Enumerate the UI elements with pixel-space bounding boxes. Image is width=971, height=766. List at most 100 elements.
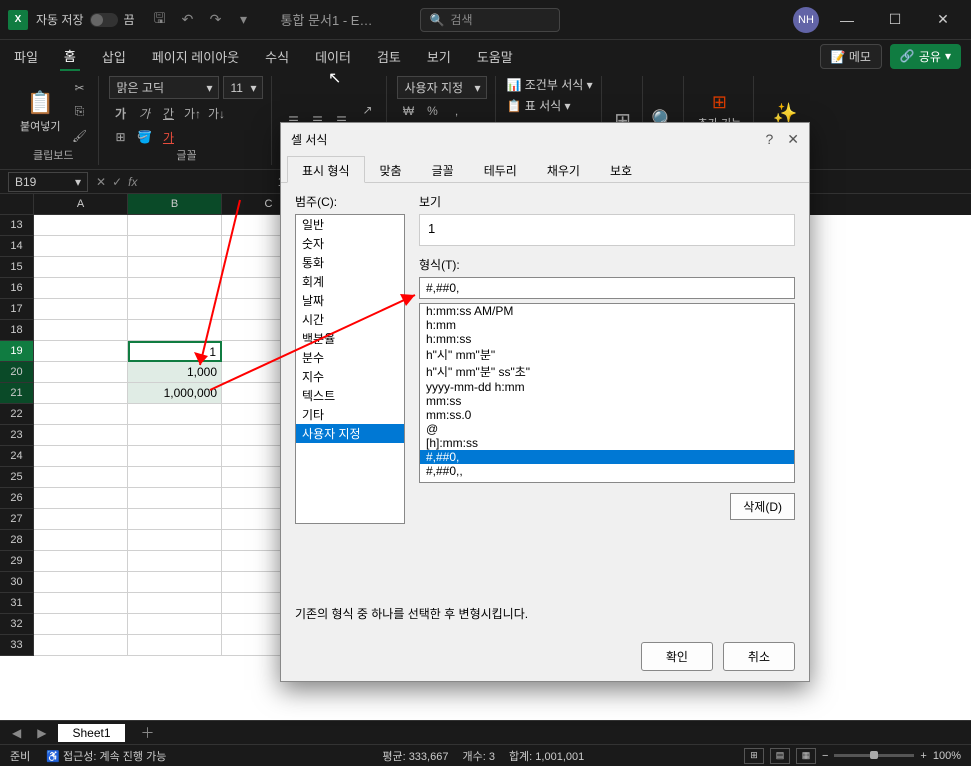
row-header[interactable]: 17 [0, 299, 34, 320]
cell[interactable] [128, 572, 222, 593]
italic-button[interactable]: 가 [133, 103, 155, 123]
cell[interactable] [34, 509, 128, 530]
row-header[interactable]: 21 [0, 383, 34, 404]
cell[interactable] [34, 236, 128, 257]
cell[interactable] [128, 614, 222, 635]
fx-icon[interactable]: fx [128, 175, 137, 189]
cell[interactable] [34, 530, 128, 551]
cell[interactable]: 1,000 [128, 362, 222, 383]
row-header[interactable]: 25 [0, 467, 34, 488]
cell[interactable] [128, 236, 222, 257]
cell[interactable] [34, 383, 128, 404]
sheet-prev-icon[interactable]: ◀ [8, 726, 25, 740]
cell[interactable] [128, 509, 222, 530]
row-header[interactable]: 19 [0, 341, 34, 362]
tab-page-layout[interactable]: 페이지 레이아웃 [148, 43, 243, 70]
category-list[interactable]: 일반숫자통화회계날짜시간백분율분수지수텍스트기타사용자 지정 [295, 214, 405, 524]
format-item[interactable]: h:mm:ss AM/PM [420, 304, 794, 318]
row-header[interactable]: 27 [0, 509, 34, 530]
cell[interactable] [34, 635, 128, 656]
cell[interactable] [34, 320, 128, 341]
tab-home[interactable]: 홈 [60, 42, 80, 71]
tab-data[interactable]: 데이터 [311, 43, 355, 70]
format-item[interactable]: h:mm:ss [420, 332, 794, 346]
format-item[interactable]: h"시" mm"분" [420, 346, 794, 363]
format-code-input[interactable] [419, 277, 795, 299]
decrease-font-icon[interactable]: 가↓ [205, 103, 227, 123]
dialog-tab[interactable]: 맞춤 [365, 156, 417, 183]
category-item[interactable]: 기타 [296, 405, 404, 424]
format-item[interactable]: #,##0, [420, 450, 794, 464]
redo-icon[interactable]: ↷ [207, 11, 225, 29]
format-item[interactable]: #,##0,, [420, 464, 794, 478]
dialog-tab[interactable]: 테두리 [469, 156, 532, 183]
save-icon[interactable]: 🖫 [151, 11, 169, 29]
category-item[interactable]: 백분율 [296, 329, 404, 348]
share-button[interactable]: 🔗 공유 ▾ [890, 44, 961, 69]
add-sheet-icon[interactable]: ＋ [133, 723, 163, 743]
category-item[interactable]: 지수 [296, 367, 404, 386]
format-item[interactable]: yyyy-mm-dd h:mm [420, 380, 794, 394]
name-box[interactable]: B19▾ [8, 172, 88, 192]
category-item[interactable]: 텍스트 [296, 386, 404, 405]
percent-icon[interactable]: % [421, 101, 443, 121]
maximize-button[interactable]: ☐ [875, 4, 915, 36]
cancel-formula-icon[interactable]: ✕ [96, 175, 106, 189]
comma-icon[interactable]: , [445, 101, 467, 121]
number-format-dropdown[interactable]: 사용자 지정▾ [397, 76, 487, 99]
orientation-icon[interactable]: ↗ [356, 100, 378, 120]
row-header[interactable]: 23 [0, 425, 34, 446]
enter-formula-icon[interactable]: ✓ [112, 175, 122, 189]
row-header[interactable]: 28 [0, 530, 34, 551]
dialog-tab[interactable]: 채우기 [532, 156, 595, 183]
row-header[interactable]: 24 [0, 446, 34, 467]
delete-format-button[interactable]: 삭제(D) [730, 493, 795, 520]
font-size-dropdown[interactable]: 11▾ [223, 76, 263, 99]
dialog-tab[interactable]: 표시 형식 [287, 156, 365, 183]
zoom-in-icon[interactable]: + [920, 750, 926, 762]
autosave-toggle[interactable]: 자동 저장 끔 [36, 11, 135, 28]
row-header[interactable]: 29 [0, 551, 34, 572]
dialog-close-icon[interactable]: ✕ [787, 131, 799, 148]
column-header[interactable]: A [34, 194, 128, 215]
cancel-button[interactable]: 취소 [723, 642, 795, 671]
row-header[interactable]: 20 [0, 362, 34, 383]
row-header[interactable]: 18 [0, 320, 34, 341]
cell[interactable] [128, 488, 222, 509]
column-header[interactable]: B [128, 194, 222, 215]
undo-icon[interactable]: ↶ [179, 11, 197, 29]
cell[interactable]: 1 [128, 341, 222, 362]
cell[interactable] [34, 278, 128, 299]
row-header[interactable]: 26 [0, 488, 34, 509]
ok-button[interactable]: 확인 [641, 642, 713, 671]
cell[interactable] [128, 446, 222, 467]
cell[interactable] [128, 257, 222, 278]
underline-button[interactable]: 간 [157, 103, 179, 123]
memo-button[interactable]: 📝 메모 [820, 44, 882, 69]
row-header[interactable]: 22 [0, 404, 34, 425]
category-item[interactable]: 통화 [296, 253, 404, 272]
row-header[interactable]: 32 [0, 614, 34, 635]
increase-font-icon[interactable]: 가↑ [181, 103, 203, 123]
cell[interactable] [128, 425, 222, 446]
qat-dropdown-icon[interactable]: ▾ [235, 11, 253, 29]
sheet-tab[interactable]: Sheet1 [58, 724, 124, 742]
cell[interactable] [34, 341, 128, 362]
tab-help[interactable]: 도움말 [473, 43, 517, 70]
cell[interactable] [128, 530, 222, 551]
cell[interactable] [34, 257, 128, 278]
tab-view[interactable]: 보기 [423, 43, 455, 70]
category-item[interactable]: 숫자 [296, 234, 404, 253]
cell[interactable] [128, 404, 222, 425]
search-input[interactable]: 🔍 검색 [420, 8, 560, 32]
row-header[interactable]: 30 [0, 572, 34, 593]
cell[interactable] [34, 446, 128, 467]
view-break-icon[interactable]: ▦ [796, 748, 816, 764]
cell[interactable] [34, 425, 128, 446]
tab-file[interactable]: 파일 [10, 43, 42, 70]
category-item[interactable]: 날짜 [296, 291, 404, 310]
cell[interactable]: 1,000,000 [128, 383, 222, 404]
copy-icon[interactable]: ⎘ [68, 102, 90, 122]
row-header[interactable]: 14 [0, 236, 34, 257]
cell[interactable] [34, 299, 128, 320]
